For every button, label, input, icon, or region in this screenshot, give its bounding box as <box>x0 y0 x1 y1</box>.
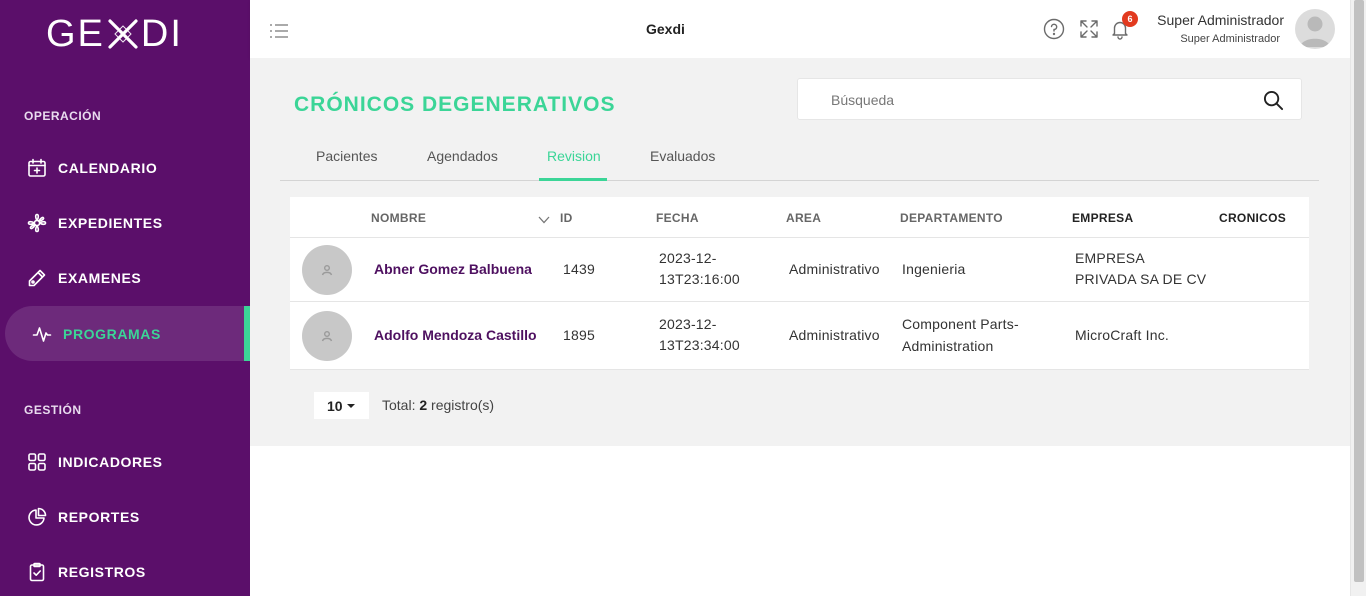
patient-fecha-line1: 2023-12- <box>659 250 717 266</box>
sidebar-item-calendario[interactable]: CALENDARIO <box>5 140 250 195</box>
patient-departamento-line1: Component Parts- <box>902 316 1019 332</box>
column-header-empresa[interactable]: EMPRESA <box>1072 211 1133 225</box>
patient-name-link[interactable]: Abner Gomez Balbuena <box>374 259 532 280</box>
patient-area: Administrativo <box>789 261 880 277</box>
patient-empresa: MicroCraft Inc. <box>1075 327 1170 343</box>
sidebar-item-reportes[interactable]: REPORTES <box>5 489 250 544</box>
section-title-gestion: GESTIÓN <box>24 403 82 417</box>
sidebar-item-examenes[interactable]: EXAMENES <box>5 250 250 305</box>
patient-fecha-line2: 13T23:16:00 <box>659 271 740 287</box>
help-icon[interactable] <box>1043 18 1065 40</box>
patient-departamento-line2: Administration <box>902 338 994 354</box>
search-box <box>797 78 1302 120</box>
user-role: Super Administrador <box>1180 33 1280 45</box>
search-input[interactable] <box>831 90 1251 110</box>
patient-empresa-line1: EMPRESA <box>1075 250 1145 266</box>
sidebar-item-label: PROGRAMAS <box>63 325 161 342</box>
table-row[interactable]: Abner Gomez Balbuena 1439 2023-12- 13T23… <box>290 237 1309 301</box>
tab-revision[interactable]: Revision <box>547 148 601 181</box>
topbar: Gexdi 6 Super Administrador Super Admini… <box>250 0 1350 58</box>
sidebar-item-programas[interactable]: PROGRAMAS <box>5 306 250 361</box>
fullscreen-icon[interactable] <box>1078 18 1100 40</box>
pen-tool-icon <box>26 267 48 289</box>
sidebar-item-label: REPORTES <box>58 508 140 525</box>
active-tab-indicator <box>539 178 607 181</box>
patients-table: NOMBRE ID FECHA AREA DEPARTAMENTO EMPRES… <box>290 197 1309 370</box>
patient-id: 1895 <box>563 327 595 343</box>
caret-down-icon <box>346 403 355 408</box>
total-suffix: registro(s) <box>431 397 495 413</box>
tab-pacientes[interactable]: Pacientes <box>316 148 377 181</box>
sidebar: GE DI OPERACIÓN CALENDARIO EXPEDIENTES E… <box>0 0 250 596</box>
total-prefix: Total: <box>382 397 416 413</box>
logo[interactable]: GE DI <box>46 12 183 55</box>
clipboard-check-icon <box>26 561 48 583</box>
sidebar-item-label: INDICADORES <box>58 453 163 470</box>
logo-mark-icon <box>108 19 138 49</box>
calendar-plus-icon <box>26 157 48 179</box>
vertical-scrollbar[interactable] <box>1350 0 1366 596</box>
logo-text-left: GE <box>46 12 105 55</box>
sidebar-item-label: EXPEDIENTES <box>58 214 163 231</box>
patient-fecha-line1: 2023-12- <box>659 316 717 332</box>
page-background <box>250 446 1350 596</box>
patient-name-link[interactable]: Adolfo Mendoza Castillo <box>374 325 537 346</box>
activity-icon <box>31 323 53 345</box>
tabs: Pacientes Agendados Revision Evaluados <box>280 142 1319 181</box>
total-records: Total: 2 registro(s) <box>382 397 494 413</box>
sidebar-item-indicadores[interactable]: INDICADORES <box>5 434 250 489</box>
app-title: Gexdi <box>646 21 685 37</box>
column-header-id[interactable]: ID <box>560 211 573 225</box>
per-page-value: 10 <box>327 397 343 414</box>
column-header-area[interactable]: AREA <box>786 211 821 225</box>
sidebar-item-label: CALENDARIO <box>58 159 158 176</box>
section-title-operacion: OPERACIÓN <box>24 109 102 123</box>
per-page-select[interactable]: 10 <box>314 392 369 419</box>
sidebar-item-label: EXAMENES <box>58 269 142 286</box>
notification-badge: 6 <box>1122 11 1138 27</box>
user-avatar[interactable] <box>1295 9 1335 49</box>
user-name[interactable]: Super Administrador <box>1157 12 1284 28</box>
sidebar-item-expedientes[interactable]: EXPEDIENTES <box>5 195 250 250</box>
logo-text-right: DI <box>140 12 183 55</box>
total-count: 2 <box>419 397 428 413</box>
column-header-nombre[interactable]: NOMBRE <box>371 211 426 225</box>
page-title: CRÓNICOS DEGENERATIVOS <box>294 93 616 116</box>
column-header-fecha[interactable]: FECHA <box>656 211 699 225</box>
patient-avatar <box>302 245 352 295</box>
patient-fecha-line2: 13T23:34:00 <box>659 337 740 353</box>
patient-id: 1439 <box>563 261 595 277</box>
column-header-departamento[interactable]: DEPARTAMENTO <box>900 211 1003 225</box>
table-row[interactable]: Adolfo Mendoza Castillo 1895 2023-12- 13… <box>290 301 1309 370</box>
scrollbar-thumb[interactable] <box>1354 0 1364 582</box>
flower-icon <box>26 212 48 234</box>
search-icon[interactable] <box>1263 90 1285 112</box>
column-header-cronicos[interactable]: CRONICOS <box>1219 211 1286 225</box>
main-content: CRÓNICOS DEGENERATIVOS Pacientes Agendad… <box>250 58 1350 446</box>
tab-evaluados[interactable]: Evaluados <box>650 148 715 181</box>
sidebar-item-registros[interactable]: REGISTROS <box>5 544 250 596</box>
sidebar-item-label: REGISTROS <box>58 563 146 580</box>
patient-empresa-line2: PRIVADA SA DE CV <box>1075 271 1207 287</box>
patient-area: Administrativo <box>789 327 880 343</box>
patient-avatar <box>302 311 352 361</box>
chevron-down-icon[interactable] <box>538 211 552 224</box>
grid-icon <box>26 451 48 473</box>
pie-chart-icon <box>26 506 48 528</box>
tab-agendados[interactable]: Agendados <box>427 148 498 181</box>
patient-departamento: Ingenieria <box>902 261 966 277</box>
menu-icon[interactable] <box>269 23 289 39</box>
